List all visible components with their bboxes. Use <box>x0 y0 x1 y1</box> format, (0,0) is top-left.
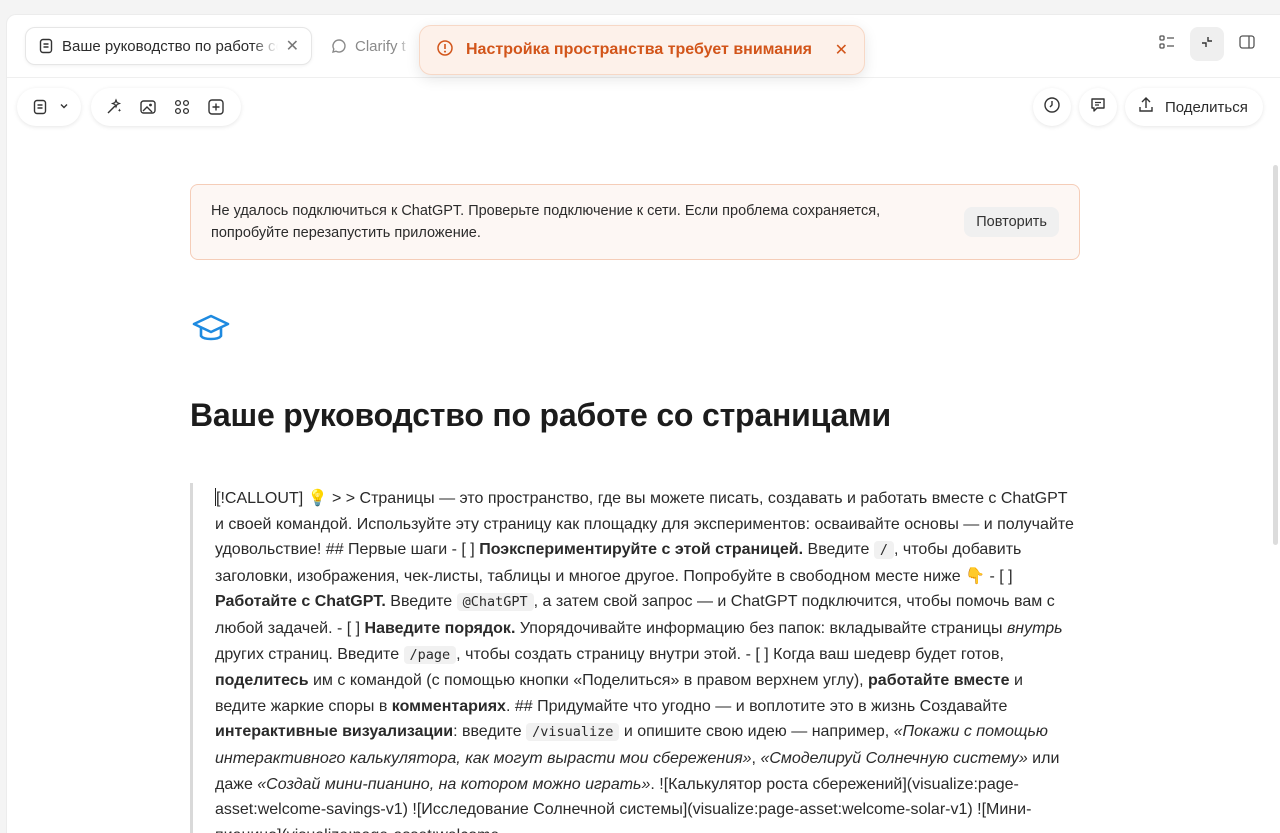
scrollbar[interactable] <box>1273 165 1278 545</box>
body-text-run: и опишите свою идею — например, <box>619 723 894 741</box>
bold-text: Наведите порядок. <box>364 619 516 637</box>
share-button[interactable]: Поделиться <box>1125 88 1263 126</box>
italic-text: внутрь <box>1006 619 1063 637</box>
retry-button[interactable]: Повторить <box>964 207 1059 237</box>
sidebar-icon <box>1238 33 1256 56</box>
warning-toast: Настройка пространства требует внимания … <box>419 25 865 75</box>
header-divider <box>7 77 1280 78</box>
chevron-down-icon <box>59 98 69 116</box>
bold-text: интерактивные визуализации <box>215 723 454 741</box>
page-icon <box>38 38 54 54</box>
share-upload-icon <box>1137 96 1155 118</box>
tab-clarify[interactable]: Clarify test <box>319 27 419 65</box>
body-text-run: . ## Придумайте что угодно — и воплотите… <box>505 697 1008 715</box>
body-text-run: Введите <box>803 541 874 559</box>
share-label: Поделиться <box>1165 98 1248 116</box>
italic-text: «Создай мини-пианино, на котором можно и… <box>257 775 651 793</box>
bold-text: комментариях <box>391 697 506 715</box>
history-button[interactable] <box>1033 88 1071 126</box>
tab-close-icon[interactable]: ✕ <box>286 36 299 56</box>
tab-clarify-label: Clarify test <box>355 37 407 55</box>
bold-text: Поэкспериментируйте с этой страницей. <box>479 541 804 559</box>
connection-error-banner: Не удалось подключиться к ChatGPT. Прове… <box>190 184 1080 260</box>
app-window: Ваше руководство по работе со страницами… <box>6 14 1280 833</box>
collapse-button[interactable] <box>1190 27 1224 61</box>
graduation-cap-icon[interactable] <box>191 312 231 346</box>
sparkle-edit-icon[interactable] <box>99 92 129 122</box>
error-message: Не удалось подключиться к ChatGPT. Прове… <box>211 203 881 241</box>
body-text-run: Введите <box>385 593 457 611</box>
body-text-run: других страниц. Введите <box>215 645 404 663</box>
bold-text: работайте вместе <box>868 672 1010 690</box>
warning-circle-icon <box>436 39 454 62</box>
image-icon[interactable] <box>133 92 163 122</box>
inline-code: @ChatGPT <box>456 593 534 612</box>
collapse-arrows-icon <box>1198 33 1216 56</box>
bold-text: Работайте с ChatGPT. <box>215 593 386 611</box>
page-menu-button[interactable] <box>17 88 81 126</box>
toast-close-icon[interactable]: ✕ <box>835 40 848 60</box>
italic-text: «Смоделируй Солнечную систему» <box>760 749 1028 767</box>
body-text-run: , чтобы создать страницу внутри этой. - … <box>456 645 1004 663</box>
bold-text: поделитесь <box>215 672 309 690</box>
inline-code: /page <box>403 645 457 664</box>
tab-guide[interactable]: Ваше руководство по работе со страницами… <box>25 27 312 65</box>
list-check-icon <box>1158 33 1176 56</box>
sidebar-toggle-button[interactable] <box>1230 27 1264 61</box>
clock-icon <box>1043 96 1061 119</box>
body-text-run: им с командой (с помощью кнопки «Поделит… <box>308 672 869 690</box>
outline-button[interactable] <box>1150 27 1184 61</box>
comment-icon <box>1089 96 1107 119</box>
window-controls <box>1150 27 1264 61</box>
add-block-icon[interactable] <box>201 92 231 122</box>
chat-bubble-icon <box>331 38 347 54</box>
page-icon <box>25 92 55 122</box>
body-text-run: Упорядочивайте информацию без папок: вкл… <box>515 619 1007 637</box>
toast-message: Настройка пространства требует внимания <box>466 41 813 58</box>
body-text-run: : введите <box>453 723 527 741</box>
page-title[interactable]: Ваше руководство по работе со страницами <box>190 397 891 434</box>
comments-button[interactable] <box>1079 88 1117 126</box>
apps-grid-icon[interactable] <box>167 92 197 122</box>
inline-code: / <box>873 541 894 560</box>
insert-toolbar <box>91 88 241 126</box>
callout-bar <box>190 483 193 833</box>
inline-code: /visualize <box>526 723 620 742</box>
tab-guide-label: Ваше руководство по работе со страницами <box>62 37 278 55</box>
page-body[interactable]: [!CALLOUT] 💡 > > Страницы — это простран… <box>215 486 1075 833</box>
